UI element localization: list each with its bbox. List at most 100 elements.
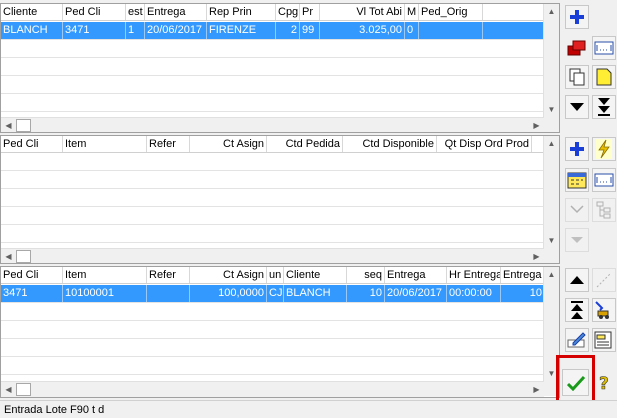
range-button[interactable] [592,36,616,60]
col-header[interactable]: Ctd Pedida [267,136,343,152]
col-header[interactable]: Item [63,136,147,152]
scroll-thumb[interactable] [16,383,31,396]
allocations-grid[interactable]: Ped Cli Item Refer Ct Asign un Cliente s… [0,266,560,398]
scroll-down-icon[interactable]: ▼ [544,233,559,248]
cell: 99 [300,22,320,39]
scroll-up-icon[interactable]: ▲ [544,267,559,282]
status-text: Entrada Lote F90 t d [4,404,105,416]
scroll-left-icon[interactable]: ◀ [1,382,16,397]
table-row[interactable]: 3471 10100001 100,0000 CJ BLANCH 10 20/0… [1,285,545,303]
col-header[interactable]: un [267,267,284,283]
delete-records-button[interactable] [565,36,589,60]
col-header[interactable]: Entrega [145,4,207,20]
table-row[interactable] [1,58,545,76]
col-header[interactable]: Cliente [1,4,63,20]
delete-records-icon [567,40,586,56]
table-row[interactable] [1,153,544,171]
table-row[interactable]: BLANCH 3471 1 20/06/2017 FIRENZE 2 99 3.… [1,22,545,40]
col-header[interactable]: Ped Cli [1,267,63,283]
col-header[interactable]: M [405,4,419,20]
expand-button[interactable] [565,198,589,222]
truck-button[interactable] [592,298,616,322]
add-order-button[interactable] [565,5,589,29]
table-row[interactable] [1,40,545,58]
scroll-down-icon[interactable]: ▼ [544,102,559,117]
confirm-button[interactable] [562,369,589,396]
table-row[interactable] [1,171,544,189]
table-row[interactable] [1,207,544,225]
col-header[interactable]: Ped_Orig [419,4,483,20]
scroll-up-icon[interactable]: ▲ [544,136,559,151]
col-header[interactable]: Entrega [501,267,545,283]
col-header[interactable]: est [126,4,145,20]
scroll-right-icon[interactable]: ▶ [529,249,544,263]
items-grid[interactable]: Ped Cli Item Refer Ct Asign Ctd Pedida C… [0,135,560,264]
col-header[interactable]: Cliente [284,267,347,283]
col-header[interactable]: Rep Prin [207,4,276,20]
next-record-button[interactable] [565,95,589,119]
first-icon [571,301,583,319]
scroll-right-icon[interactable]: ▶ [529,118,544,132]
table-row[interactable] [1,303,545,321]
first-record-button[interactable] [565,298,589,322]
note-icon [596,68,612,86]
table-row[interactable] [1,357,545,375]
col-header[interactable]: Item [63,267,147,283]
scroll-right-icon[interactable]: ▶ [529,382,544,397]
help-icon: ? [599,374,609,393]
col-header[interactable]: Ped Cli [1,136,63,152]
col-header[interactable]: Cpg [276,4,300,20]
col-header[interactable]: Ct Asign [190,136,267,152]
table-row[interactable] [1,225,544,243]
table-row[interactable] [1,189,544,207]
form-button[interactable] [592,328,616,352]
calendar-button[interactable] [565,168,589,192]
copy-button[interactable] [565,65,589,89]
horizontal-scrollbar[interactable]: ◀ ▶ [1,381,544,397]
add-item-button[interactable] [565,137,589,161]
col-header[interactable]: Refer [147,136,190,152]
tree-button[interactable] [592,198,616,222]
scroll-thumb[interactable] [16,250,31,263]
scroll-left-icon[interactable]: ◀ [1,249,16,263]
cell: BLANCH [1,22,63,39]
flash-button[interactable] [592,137,616,161]
table-row[interactable] [1,76,545,94]
horizontal-scrollbar[interactable]: ◀ ▶ [1,117,544,132]
scroll-left-icon[interactable]: ◀ [1,118,16,132]
table-row[interactable] [1,321,545,339]
svg-text:?: ? [599,374,609,393]
orders-grid[interactable]: Cliente Ped Cli est Entrega Rep Prin Cpg… [0,3,560,133]
col-header[interactable]: Vl Tot Abi [320,4,405,20]
col-header[interactable]: Entrega [385,267,447,283]
note-button[interactable] [592,65,616,89]
flash-icon [596,139,612,159]
vertical-scrollbar[interactable]: ▲ ▼ [543,4,559,117]
expand-icon [570,205,584,214]
last-record-button[interactable] [592,95,616,119]
help-button[interactable]: ? [592,371,616,395]
range-button-2[interactable] [592,168,616,192]
scroll-up-icon[interactable]: ▲ [544,4,559,19]
col-header[interactable]: Ctd Disponible [343,136,437,152]
move-up-button[interactable] [565,268,589,292]
col-header[interactable]: seq [347,267,385,283]
table-row[interactable] [1,339,545,357]
col-header[interactable]: Qt Disp Ord Prod [437,136,532,152]
col-header[interactable]: Ped Cli [63,4,126,20]
col-header[interactable]: Hr Entrega [447,267,501,283]
horizontal-scrollbar[interactable]: ◀ ▶ [1,248,544,263]
collapse-icon [571,237,583,243]
vertical-scrollbar[interactable]: ▲ ▼ [543,136,559,248]
col-header[interactable]: Ct Asign [190,267,267,283]
scroll-thumb[interactable] [16,119,31,132]
col-header[interactable]: Pr [300,4,320,20]
copy-icon [569,68,585,86]
down-icon [570,103,584,111]
last-icon [598,98,610,116]
col-header[interactable]: Refer [147,267,190,283]
edit-button[interactable] [565,328,589,352]
link-button[interactable] [592,268,616,292]
collapse-button[interactable] [565,228,589,252]
table-row[interactable] [1,94,545,112]
